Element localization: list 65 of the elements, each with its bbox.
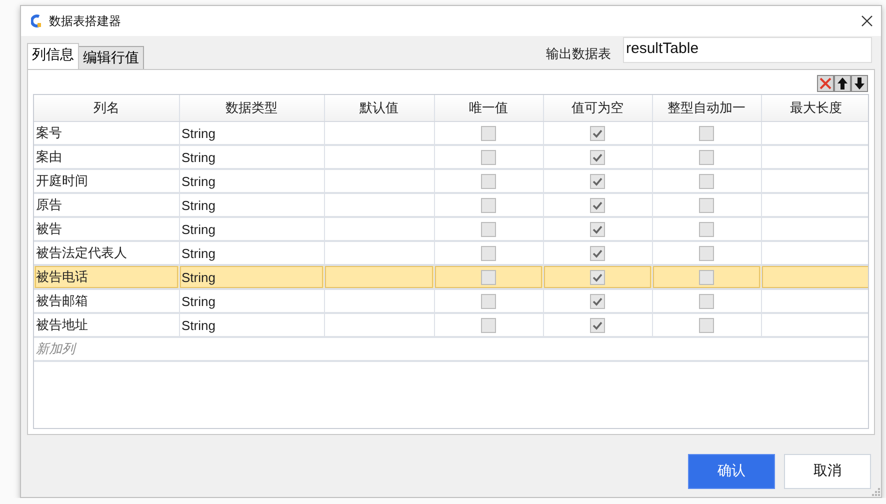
checkbox[interactable]: [590, 294, 605, 308]
move-up-button[interactable]: [834, 75, 851, 92]
table-cell[interactable]: String: [179, 313, 324, 337]
table-cell[interactable]: String: [179, 217, 324, 241]
tab[interactable]: 列信息: [27, 43, 79, 69]
output-table-field[interactable]: resultTable: [623, 37, 872, 63]
checkbox[interactable]: [699, 270, 714, 284]
confirm-button[interactable]: 确认: [688, 454, 775, 488]
checkbox[interactable]: [699, 246, 714, 260]
checkbox[interactable]: [699, 150, 714, 164]
column-header[interactable]: 数据类型: [179, 95, 324, 122]
up-arrow-icon: [837, 77, 848, 90]
output-table-label: 输出数据表: [546, 45, 611, 63]
checkbox[interactable]: [481, 150, 496, 164]
checkbox[interactable]: [481, 198, 496, 212]
column-header[interactable]: 唯一值: [434, 95, 543, 122]
checkbox[interactable]: [590, 222, 605, 236]
table-cell[interactable]: String: [179, 169, 324, 193]
down-arrow-icon: [854, 77, 865, 90]
column-header[interactable]: 最大长度: [761, 95, 868, 122]
checkbox[interactable]: [699, 174, 714, 188]
table-cell[interactable]: 被告: [34, 217, 179, 241]
checkbox[interactable]: [590, 198, 605, 212]
checkbox[interactable]: [699, 294, 714, 308]
delete-icon: [819, 77, 832, 90]
table-cell[interactable]: 原告: [34, 193, 179, 217]
tab[interactable]: 编辑行值: [78, 46, 144, 69]
table-cell[interactable]: 开庭时间: [34, 169, 179, 193]
column-header[interactable]: 整型自动加一: [652, 95, 761, 122]
checkbox[interactable]: [590, 150, 605, 164]
table-cell[interactable]: String: [179, 265, 324, 289]
checkbox[interactable]: [590, 318, 605, 332]
window-title: 数据表搭建器: [49, 12, 122, 30]
table-cell[interactable]: 被告邮箱: [34, 289, 179, 313]
table-cell[interactable]: 被告电话: [34, 265, 179, 289]
checkbox[interactable]: [590, 246, 605, 260]
checkbox[interactable]: [699, 222, 714, 236]
column-header[interactable]: 列名: [34, 95, 179, 122]
move-down-button[interactable]: [851, 75, 868, 92]
checkbox[interactable]: [590, 270, 605, 284]
table-cell[interactable]: String: [179, 145, 324, 169]
checkbox[interactable]: [481, 126, 496, 140]
checkbox[interactable]: [481, 294, 496, 308]
checkbox[interactable]: [699, 126, 714, 140]
new-column-placeholder[interactable]: 新加列: [34, 337, 868, 361]
table-cell[interactable]: String: [179, 122, 324, 145]
table-cell[interactable]: 案由: [34, 145, 179, 169]
app-logo-icon: [31, 14, 41, 28]
checkbox[interactable]: [481, 174, 496, 188]
column-header[interactable]: 默认值: [324, 95, 434, 122]
checkbox[interactable]: [590, 126, 605, 140]
checkbox[interactable]: [481, 318, 496, 332]
table-cell[interactable]: 被告地址: [34, 313, 179, 337]
checkbox[interactable]: [590, 174, 605, 188]
table-cell[interactable]: String: [179, 193, 324, 217]
checkbox[interactable]: [481, 246, 496, 260]
checkbox[interactable]: [699, 198, 714, 212]
table-cell[interactable]: String: [179, 289, 324, 313]
table-cell[interactable]: 案号: [34, 122, 179, 145]
checkbox[interactable]: [481, 270, 496, 284]
checkbox[interactable]: [481, 222, 496, 236]
column-header[interactable]: 值可为空: [543, 95, 652, 122]
cancel-button[interactable]: 取消: [784, 454, 871, 488]
checkbox[interactable]: [699, 318, 714, 332]
close-icon[interactable]: [861, 15, 873, 27]
